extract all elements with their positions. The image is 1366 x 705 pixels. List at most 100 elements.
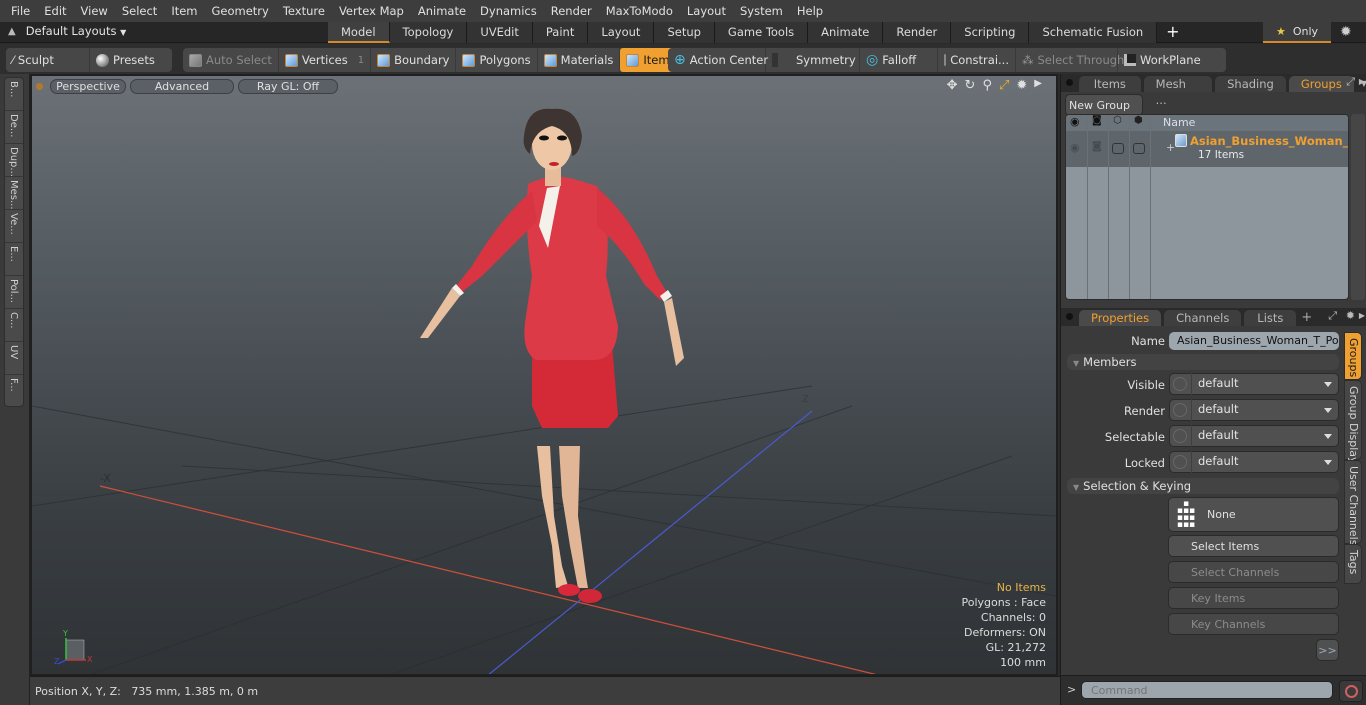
panel-gear-icon[interactable]: ✹ xyxy=(1346,309,1355,322)
menu-geometry[interactable]: Geometry xyxy=(205,4,276,18)
left-tab-basic[interactable]: B... xyxy=(5,78,23,111)
left-tab-vertex[interactable]: Ve... xyxy=(5,210,23,243)
character-model[interactable] xyxy=(420,108,684,603)
menu-system[interactable]: System xyxy=(733,4,790,18)
locked-cube-icon[interactable]: ⬢ xyxy=(1134,115,1143,126)
command-input[interactable] xyxy=(1081,681,1333,699)
render-camera-icon[interactable]: ◙ xyxy=(1092,115,1102,126)
rotate-view-icon[interactable]: ↻ xyxy=(965,78,976,93)
panel-arrow-icon[interactable]: ▶ xyxy=(1359,311,1365,320)
tab-scripting[interactable]: Scripting xyxy=(951,22,1030,43)
menu-edit[interactable]: Edit xyxy=(37,4,73,18)
side-tab-tags[interactable]: Tags xyxy=(1344,544,1362,584)
constraints-button[interactable]: Constrai... xyxy=(938,48,1016,72)
menu-texture[interactable]: Texture xyxy=(276,4,332,18)
selectable-radio[interactable] xyxy=(1173,429,1187,443)
menu-select[interactable]: Select xyxy=(115,4,164,18)
menu-layout[interactable]: Layout xyxy=(680,4,733,18)
tab-paint[interactable]: Paint xyxy=(532,22,589,43)
key-channels-button[interactable]: Key Channels xyxy=(1168,613,1339,635)
3d-viewport[interactable]: -X Z Y X Z Perspective Advanced Ray GL: … xyxy=(30,74,1058,676)
row-locked-checkbox[interactable] xyxy=(1133,143,1145,154)
side-tab-groups[interactable]: Groups xyxy=(1344,332,1362,380)
record-macro-button[interactable] xyxy=(1339,680,1363,702)
left-tab-edge[interactable]: E... xyxy=(5,243,23,276)
add-panel-tab-button[interactable]: + xyxy=(1301,310,1312,325)
left-tab-polygon[interactable]: Pol... xyxy=(5,276,23,309)
tab-setup[interactable]: Setup xyxy=(654,22,715,43)
tab-mesh[interactable]: Mesh ... xyxy=(1143,76,1213,107)
more-button[interactable]: >> xyxy=(1316,639,1339,661)
shading-dropdown[interactable]: Advanced xyxy=(130,78,234,94)
viewport-gear-icon[interactable]: ✹ xyxy=(1016,78,1027,93)
tab-properties[interactable]: Properties xyxy=(1079,310,1162,326)
tab-schematic-fusion[interactable]: Schematic Fusion xyxy=(1029,22,1158,43)
zoom-view-icon[interactable]: ⚲ xyxy=(982,78,992,93)
visible-dropdown[interactable]: default xyxy=(1169,373,1339,395)
menu-help[interactable]: Help xyxy=(790,4,830,18)
add-tab-button[interactable]: + xyxy=(1157,22,1188,43)
tab-shading[interactable]: Shading xyxy=(1215,76,1286,92)
polygons-button[interactable]: Polygons xyxy=(456,48,538,72)
menu-maxtomodo[interactable]: MaxToModo xyxy=(599,4,680,18)
render-dropdown[interactable]: default xyxy=(1169,399,1339,421)
render-radio[interactable] xyxy=(1173,403,1187,417)
menu-dynamics[interactable]: Dynamics xyxy=(473,4,544,18)
select-channels-button[interactable]: Select Channels xyxy=(1168,561,1339,583)
menu-file[interactable]: File xyxy=(4,4,37,18)
panel-arrow-icon[interactable]: ▶ xyxy=(1359,77,1365,86)
sculpt-button[interactable]: ⁄ Sculpt xyxy=(6,48,90,72)
falloff-button[interactable]: ◎ Falloff xyxy=(860,48,938,72)
left-tab-mesh-edit[interactable]: Mes... xyxy=(5,177,23,210)
panel-expand-icon[interactable]: ⤢ xyxy=(1328,309,1337,323)
select-through-button[interactable]: ⁂ Select Through xyxy=(1016,48,1124,72)
row-visibility-eye-icon[interactable]: ◉ xyxy=(1070,141,1080,154)
tab-channels[interactable]: Channels xyxy=(1164,310,1242,326)
collapse-up-icon[interactable]: ▲ xyxy=(8,26,16,37)
action-center-button[interactable]: ⊕ Action Center xyxy=(668,48,768,72)
hierarchy-mode-button[interactable]: ▪ ▪▪▪ ▪▪▪ ▪▪▪ None xyxy=(1168,497,1339,532)
symmetry-button[interactable]: Symmetry xyxy=(766,48,860,72)
default-layouts-dropdown[interactable]: Default Layouts ▼ xyxy=(26,24,127,38)
only-toggle[interactable]: ★ Only xyxy=(1263,22,1331,43)
menu-animate[interactable]: Animate xyxy=(411,4,473,18)
left-tab-curve[interactable]: C... xyxy=(5,309,23,342)
vertices-button[interactable]: Vertices 1 xyxy=(279,48,372,72)
tab-layout[interactable]: Layout xyxy=(588,22,655,43)
menu-render[interactable]: Render xyxy=(544,4,599,18)
tab-model[interactable]: Model xyxy=(328,22,390,43)
selection-keying-section[interactable]: ▼ Selection & Keying xyxy=(1067,478,1339,494)
selectable-dropdown[interactable]: default xyxy=(1169,425,1339,447)
menu-vertex-map[interactable]: Vertex Map xyxy=(332,4,411,18)
left-tab-deform[interactable]: De... xyxy=(5,111,23,144)
group-name-field[interactable]: Asian_Business_Woman_T_Pose xyxy=(1169,332,1339,350)
left-tab-uv[interactable]: UV xyxy=(5,342,23,375)
tab-groups[interactable]: Groups xyxy=(1288,76,1354,92)
side-tab-user-channels[interactable]: User Channels xyxy=(1344,460,1362,545)
auto-select-button[interactable]: Auto Select xyxy=(183,48,279,72)
perspective-dropdown[interactable]: Perspective xyxy=(50,78,126,94)
menu-view[interactable]: View xyxy=(74,4,115,18)
tab-topology[interactable]: Topology xyxy=(389,22,468,43)
tab-render[interactable]: Render xyxy=(883,22,952,43)
materials-button[interactable]: Materials xyxy=(538,48,621,72)
locked-dropdown[interactable]: default xyxy=(1169,451,1339,473)
tab-game-tools[interactable]: Game Tools xyxy=(714,22,809,43)
left-tab-duplicate[interactable]: Dup... xyxy=(5,144,23,177)
visible-radio[interactable] xyxy=(1173,377,1187,391)
select-items-button[interactable]: Select Items xyxy=(1168,535,1339,557)
new-group-button[interactable]: New Group xyxy=(1065,94,1143,116)
group-name[interactable]: Asian_Business_Woman_... xyxy=(1190,134,1348,148)
gear-icon[interactable]: ✹ xyxy=(1340,24,1352,40)
panel-expand-icon[interactable]: ⤢ xyxy=(1346,75,1355,89)
raygl-toggle[interactable]: Ray GL: Off xyxy=(238,78,338,94)
menu-item[interactable]: Item xyxy=(164,4,204,18)
tab-animate[interactable]: Animate xyxy=(808,22,884,43)
tab-uvedit[interactable]: UVEdit xyxy=(467,22,533,43)
viewport-indicator-icon[interactable] xyxy=(36,82,43,90)
move-view-icon[interactable]: ✥ xyxy=(947,78,958,93)
expand-plus-icon[interactable]: + xyxy=(1166,141,1175,154)
left-tab-fusion[interactable]: F... xyxy=(5,375,23,408)
row-render-camera-icon[interactable]: ◙ xyxy=(1092,141,1102,152)
locked-radio[interactable] xyxy=(1173,455,1187,469)
